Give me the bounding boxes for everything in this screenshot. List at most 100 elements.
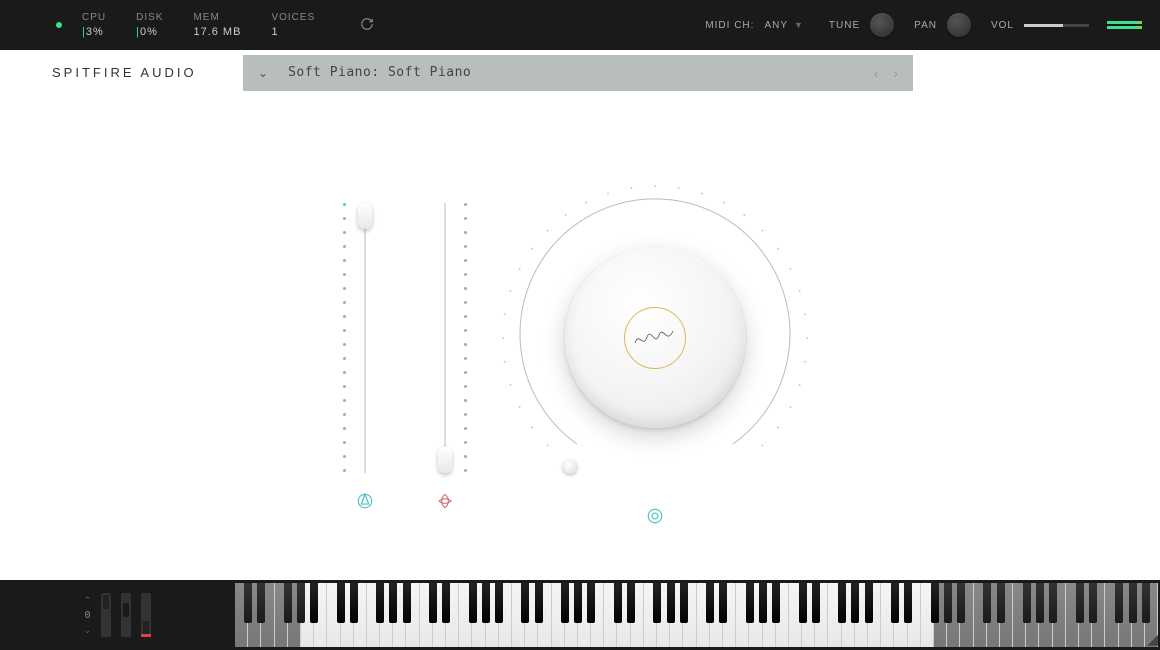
expression-icon bbox=[356, 492, 374, 515]
black-key[interactable] bbox=[1076, 583, 1084, 623]
expression-handle[interactable] bbox=[358, 203, 372, 229]
activity-led-icon bbox=[56, 22, 62, 28]
disk-stat: DISK |0% bbox=[136, 12, 163, 38]
tune-knob[interactable] bbox=[870, 13, 894, 37]
velocity-slider-2[interactable] bbox=[121, 593, 131, 637]
vol-label: VOL bbox=[991, 20, 1014, 31]
black-key[interactable] bbox=[759, 583, 767, 623]
black-key[interactable] bbox=[772, 583, 780, 623]
preset-next-button[interactable]: › bbox=[893, 65, 898, 81]
black-key[interactable] bbox=[997, 583, 1005, 623]
voices-stat: VOICES 1 bbox=[271, 12, 315, 38]
black-key[interactable] bbox=[389, 583, 397, 623]
black-key[interactable] bbox=[521, 583, 529, 623]
black-key[interactable] bbox=[865, 583, 873, 623]
black-key[interactable] bbox=[799, 583, 807, 623]
reverb-arc-handle[interactable] bbox=[563, 460, 577, 474]
mem-label: MEM bbox=[193, 12, 241, 23]
black-key[interactable] bbox=[719, 583, 727, 623]
black-key[interactable] bbox=[284, 583, 292, 623]
dynamics-handle[interactable] bbox=[438, 447, 452, 473]
black-key[interactable] bbox=[350, 583, 358, 623]
velocity-value: 0 bbox=[84, 610, 90, 621]
black-key[interactable] bbox=[614, 583, 622, 623]
black-key[interactable] bbox=[838, 583, 846, 623]
pan-knob[interactable] bbox=[947, 13, 971, 37]
dynamics-icon bbox=[436, 492, 454, 515]
disk-value: 0% bbox=[140, 26, 158, 38]
preset-name: Soft Piano: Soft Piano bbox=[288, 65, 471, 80]
expression-slider[interactable] bbox=[355, 203, 375, 473]
cpu-label: CPU bbox=[82, 12, 106, 23]
black-key[interactable] bbox=[680, 583, 688, 623]
reverb-knob[interactable] bbox=[505, 188, 805, 488]
volume-slider[interactable] bbox=[1024, 24, 1089, 27]
keyboard-panel: ⌃ 0 ⌄ ◢ bbox=[0, 580, 1160, 650]
black-key[interactable] bbox=[944, 583, 952, 623]
black-key[interactable] bbox=[376, 583, 384, 623]
disk-label: DISK bbox=[136, 12, 163, 23]
velocity-controls: ⌃ 0 ⌄ bbox=[0, 580, 235, 650]
black-key[interactable] bbox=[535, 583, 543, 623]
midi-channel-dropdown[interactable]: ANY ▼ bbox=[764, 20, 803, 31]
black-key[interactable] bbox=[1023, 583, 1031, 623]
black-key[interactable] bbox=[904, 583, 912, 623]
main-controls bbox=[0, 95, 1160, 570]
black-key[interactable] bbox=[667, 583, 675, 623]
black-key[interactable] bbox=[653, 583, 661, 623]
velocity-slider-1[interactable] bbox=[101, 593, 111, 637]
tune-label: TUNE bbox=[829, 20, 860, 31]
preset-prev-button[interactable]: ‹ bbox=[874, 65, 879, 81]
black-key[interactable] bbox=[310, 583, 318, 623]
velocity-down-button[interactable]: ⌄ bbox=[84, 625, 92, 636]
preset-row: SPITFIRE AUDIO ⌄ Soft Piano: Soft Piano … bbox=[0, 50, 1160, 95]
black-key[interactable] bbox=[627, 583, 635, 623]
mem-stat: MEM 17.6 MB bbox=[193, 12, 241, 38]
preset-selector[interactable]: ⌄ Soft Piano: Soft Piano ‹ › bbox=[243, 55, 913, 91]
black-key[interactable] bbox=[1129, 583, 1137, 623]
black-key[interactable] bbox=[403, 583, 411, 623]
voices-value: 1 bbox=[271, 26, 278, 38]
black-key[interactable] bbox=[244, 583, 252, 623]
midi-channel-value: ANY bbox=[764, 20, 788, 31]
piano-keyboard[interactable] bbox=[235, 583, 1158, 647]
velocity-slider-3[interactable] bbox=[141, 593, 151, 637]
black-key[interactable] bbox=[1142, 583, 1150, 623]
black-key[interactable] bbox=[983, 583, 991, 623]
knob-signature-icon bbox=[633, 323, 677, 358]
black-key[interactable] bbox=[1036, 583, 1044, 623]
preset-dropdown-icon[interactable]: ⌄ bbox=[258, 66, 268, 80]
black-key[interactable] bbox=[337, 583, 345, 623]
pan-label: PAN bbox=[914, 20, 937, 31]
black-key[interactable] bbox=[495, 583, 503, 623]
black-key[interactable] bbox=[257, 583, 265, 623]
black-key[interactable] bbox=[706, 583, 714, 623]
output-meter-icon bbox=[1107, 21, 1142, 29]
dynamics-slider[interactable] bbox=[435, 203, 455, 473]
midi-channel-label: MIDI CH: bbox=[705, 20, 754, 31]
black-key[interactable] bbox=[812, 583, 820, 623]
black-key[interactable] bbox=[482, 583, 490, 623]
black-key[interactable] bbox=[469, 583, 477, 623]
black-key[interactable] bbox=[891, 583, 899, 623]
cpu-value: 3% bbox=[86, 26, 104, 38]
black-key[interactable] bbox=[851, 583, 859, 623]
black-key[interactable] bbox=[442, 583, 450, 623]
black-key[interactable] bbox=[1115, 583, 1123, 623]
black-key[interactable] bbox=[587, 583, 595, 623]
black-key[interactable] bbox=[297, 583, 305, 623]
black-key[interactable] bbox=[1089, 583, 1097, 623]
voices-label: VOICES bbox=[271, 12, 315, 23]
black-key[interactable] bbox=[574, 583, 582, 623]
black-key[interactable] bbox=[1049, 583, 1057, 623]
velocity-up-button[interactable]: ⌃ bbox=[84, 595, 92, 606]
black-key[interactable] bbox=[746, 583, 754, 623]
refresh-button[interactable] bbox=[360, 17, 374, 34]
black-key[interactable] bbox=[957, 583, 965, 623]
reverb-icon bbox=[646, 507, 664, 530]
black-key[interactable] bbox=[429, 583, 437, 623]
brand-logo: SPITFIRE AUDIO bbox=[0, 65, 243, 80]
black-key[interactable] bbox=[561, 583, 569, 623]
black-key[interactable] bbox=[931, 583, 939, 623]
cpu-stat: CPU |3% bbox=[82, 12, 106, 38]
